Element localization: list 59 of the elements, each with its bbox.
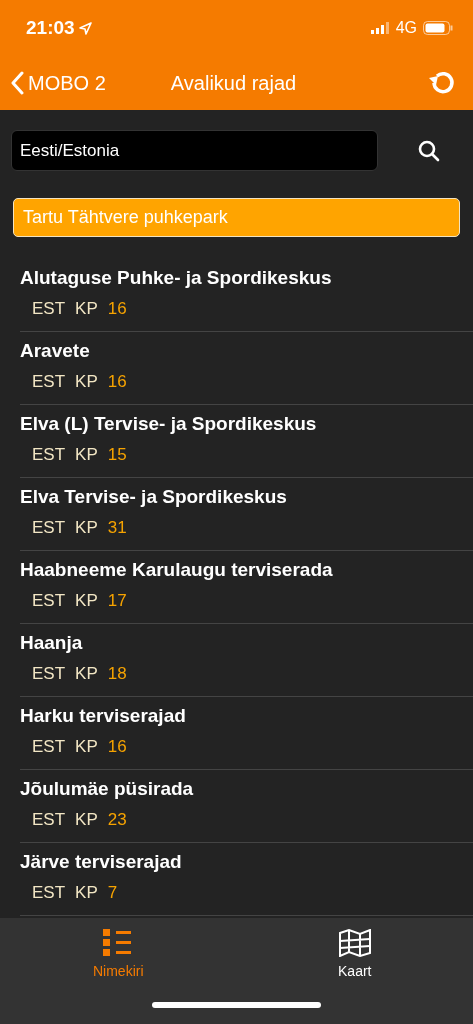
checkpoint-count: 16 bbox=[107, 299, 127, 319]
trail-type: KP bbox=[75, 518, 98, 538]
checkpoint-count: 31 bbox=[107, 518, 127, 538]
trail-name: Järve terviserajad bbox=[20, 851, 183, 873]
search-field[interactable]: Eesti/Estonia bbox=[11, 130, 378, 171]
country-code: EST bbox=[32, 372, 66, 392]
trail-row[interactable]: Harku terviserajad EST KP 16 bbox=[20, 697, 473, 770]
trail-row[interactable]: Elva (L) Tervise- ja Spordikeskus EST KP 15 bbox=[20, 405, 473, 478]
trail-name: Haanja bbox=[20, 632, 84, 654]
trail-row[interactable]: Jõulumäe püsirada EST KP 23 bbox=[20, 770, 473, 843]
trail-name: Elva Tervise- ja Spordikeskus bbox=[20, 486, 288, 508]
checkpoint-count: 17 bbox=[107, 591, 127, 611]
trail-row[interactable]: Haanja EST KP 18 bbox=[20, 624, 473, 697]
trail-row[interactable]: Haabneeme Karulaugu terviserada EST KP 17 bbox=[20, 551, 473, 624]
trail-type: KP bbox=[75, 445, 98, 465]
tab[interactable]: Nimekiri bbox=[0, 928, 237, 980]
trail-name: Alutaguse Puhke- ja Spordikeskus bbox=[20, 267, 333, 289]
checkpoint-count: 16 bbox=[107, 737, 127, 757]
checkpoint-count: 7 bbox=[107, 883, 118, 903]
trail-type: KP bbox=[75, 299, 98, 319]
battery-icon bbox=[423, 21, 453, 35]
country-code: EST bbox=[32, 883, 66, 903]
tab[interactable]: Kaart bbox=[236, 928, 473, 980]
trail-name: Jõulumäe püsirada bbox=[20, 778, 195, 800]
trail-type: KP bbox=[75, 883, 98, 903]
country-code: EST bbox=[32, 810, 66, 830]
checkpoint-count: 16 bbox=[107, 372, 127, 392]
trail-type: KP bbox=[75, 664, 98, 684]
country-code: EST bbox=[32, 737, 66, 757]
map-icon bbox=[338, 929, 371, 957]
network-label: 4G bbox=[395, 19, 417, 37]
status-time: 21:03 bbox=[26, 17, 75, 39]
trail-name: Elva (L) Tervise- ja Spordikeskus bbox=[20, 413, 318, 435]
search-button[interactable] bbox=[418, 139, 440, 162]
country-code: EST bbox=[32, 591, 66, 611]
trail-name: Tartu Tähtvere puhkepark bbox=[23, 207, 228, 228]
trail-type: KP bbox=[75, 737, 98, 757]
trail-row[interactable]: Aravete EST KP 16 bbox=[20, 332, 473, 405]
trail-row[interactable]: Alutaguse Puhke- ja Spordikeskus EST KP 16 bbox=[20, 259, 473, 332]
trail-row[interactable]: Järve terviserajad EST KP 7 bbox=[20, 843, 473, 916]
trail-name: Harku terviserajad bbox=[20, 705, 187, 727]
location-icon bbox=[78, 21, 92, 35]
screen-title: Avalikud rajad bbox=[170, 71, 297, 95]
country-code: EST bbox=[32, 664, 66, 684]
trail-type: KP bbox=[75, 372, 98, 392]
checkpoint-count: 23 bbox=[107, 810, 127, 830]
country-code: EST bbox=[32, 445, 66, 465]
trail-row[interactable]: Elva Tervise- ja Spordikeskus EST KP 31 bbox=[20, 478, 473, 551]
chevron-left-icon bbox=[10, 71, 24, 95]
country-code: EST bbox=[32, 299, 66, 319]
checkpoint-count: 15 bbox=[107, 445, 127, 465]
trail-type: KP bbox=[75, 810, 98, 830]
signal-icon bbox=[370, 22, 390, 34]
checkpoint-count: 18 bbox=[107, 664, 127, 684]
country-code: EST bbox=[32, 518, 66, 538]
trail-name: Haabneeme Karulaugu terviserada bbox=[20, 559, 334, 581]
list-icon bbox=[103, 929, 134, 957]
trail-name: Aravete bbox=[20, 340, 91, 362]
trail-type: KP bbox=[75, 591, 98, 611]
